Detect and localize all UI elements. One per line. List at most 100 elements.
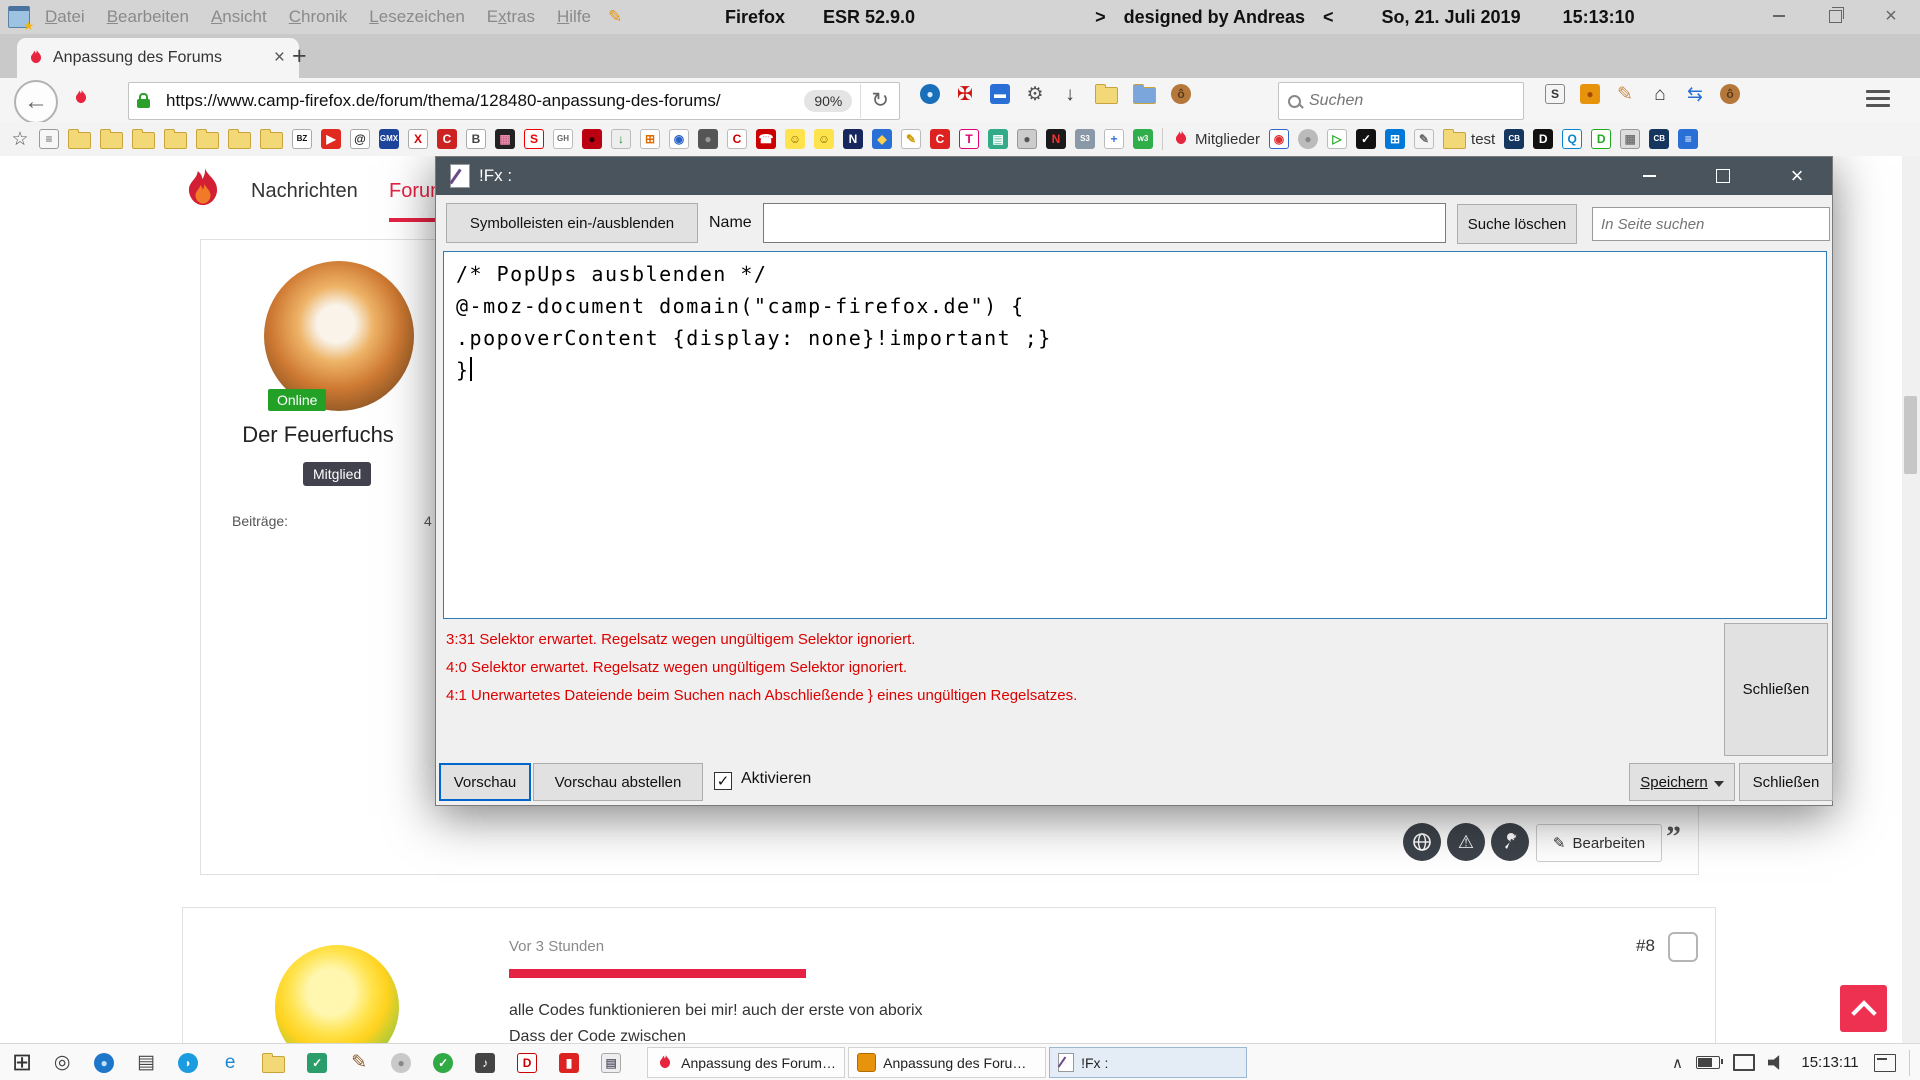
gmx-favicon[interactable]: GMX [379,129,399,149]
x-favicon[interactable]: X [408,129,428,149]
download-icon[interactable]: ↓ [1060,84,1080,104]
smiley2-favicon[interactable]: ☺ [814,129,834,149]
star-icon[interactable]: ☆ [10,129,30,149]
home-icon[interactable]: ⌂ [1650,84,1670,104]
css-code-editor[interactable]: /* PopUps ausblenden */@-moz-document do… [443,251,1827,619]
reload-icon[interactable]: ↻ [860,84,899,118]
notes-pencil-favicon[interactable]: ✎ [901,129,921,149]
quote-icon[interactable]: ” [1666,820,1681,854]
globe-favicon[interactable]: ● [1298,129,1318,149]
forum-logo-flame-icon[interactable] [178,160,228,227]
brush-icon[interactable]: ✎ [1615,84,1635,104]
dialog-minimize-button[interactable] [1624,160,1674,192]
menu-bearbeiten[interactable]: Bearbeiten [96,7,200,27]
phone-favicon[interactable]: ☎ [756,129,776,149]
gh-favicon[interactable]: GH [553,129,573,149]
window-icon[interactable]: ▬ [990,84,1010,104]
smiley-favicon[interactable]: ☺ [785,129,805,149]
bookmark-folder[interactable] [100,132,123,149]
d-green-favicon[interactable]: D [1591,129,1611,149]
w3-favicon[interactable]: w3 [1133,129,1153,149]
scrollbar[interactable] [1902,156,1920,1043]
tray-clock[interactable]: 15:13:11 [1799,1054,1861,1071]
scrollbar-thumb[interactable] [1904,396,1917,474]
nav-nachrichten[interactable]: Nachrichten [251,180,358,203]
n-favicon[interactable]: N [843,129,863,149]
tray-chevron-icon[interactable]: ∧ [1672,1054,1683,1072]
sparkasse-favicon[interactable]: S [524,129,544,149]
thunderbird-icon[interactable]: ◗ [178,1053,198,1073]
menu-hamburger-icon[interactable] [1866,90,1890,111]
media-icon[interactable]: ▤ [136,1053,156,1073]
q-favicon[interactable]: Q [1562,129,1582,149]
display-icon[interactable] [1733,1054,1755,1071]
bookmark-folder[interactable] [196,132,219,149]
username[interactable]: Der Feuerfuchs [200,422,436,448]
telekom-favicon[interactable]: T [959,129,979,149]
https-lock-icon[interactable] [137,99,150,108]
test-bookmark[interactable]: test [1443,129,1495,149]
menu-hilfe[interactable]: Hilfe [546,7,602,27]
clear-search-button[interactable]: Suche löschen [1457,204,1577,244]
image-favicon[interactable]: ▦ [1620,129,1640,149]
tab-anpassung-des-forums[interactable]: Anpassung des Forums × [17,38,299,78]
d-black-favicon[interactable]: D [1533,129,1553,149]
find-in-page-input[interactable] [1592,207,1830,241]
dialog-maximize-button[interactable] [1698,160,1748,192]
red-app-icon[interactable]: ▮ [559,1053,579,1073]
menu-lesezeichen[interactable]: Lesezeichen [358,7,475,27]
camera-favicon[interactable]: ● [1017,129,1037,149]
play-favicon[interactable]: ▷ [1327,129,1347,149]
puzzle-favicon[interactable]: + [1104,129,1124,149]
site-flame-icon[interactable] [72,89,90,107]
tab-close-icon[interactable]: × [270,47,289,69]
bookmark-folder[interactable] [228,132,251,149]
post-select-checkbox[interactable] [1668,932,1698,962]
save-dropdown-icon[interactable] [1714,781,1724,787]
close-side-button[interactable]: Schließen [1724,623,1828,756]
pencil-icon[interactable]: ✎ [608,7,622,27]
flame-icon[interactable] [1172,130,1190,148]
windows-colors-favicon[interactable]: ⊞ [640,129,660,149]
bookmark-folder[interactable] [132,132,155,149]
c-red-favicon[interactable]: C [930,129,950,149]
green-check-icon[interactable]: ✓ [433,1053,453,1073]
dialog-close-icon[interactable]: × [1772,160,1822,192]
bag-favicon[interactable]: ▦ [495,129,515,149]
s3-favicon[interactable]: S3 [1075,129,1095,149]
swirl-favicon[interactable]: ◉ [669,129,689,149]
folder-blue-icon[interactable] [1133,87,1156,104]
blue-app-icon[interactable]: ● [94,1053,114,1073]
globe-icon[interactable] [1403,823,1441,861]
url-input[interactable] [164,90,804,112]
youtube-favicon[interactable]: ▶ [321,129,341,149]
list-favicon[interactable]: ≡ [1678,129,1698,149]
bz-favicon[interactable]: BZ [292,129,312,149]
cy-favicon[interactable]: C [727,129,747,149]
close-bottom-button[interactable]: Schließen [1739,763,1833,801]
edit-post-button[interactable]: ✎ Bearbeiten [1536,824,1662,862]
doc-app-icon[interactable]: ▤ [601,1053,621,1073]
car-favicon[interactable]: ● [582,129,602,149]
back-button[interactable]: ← [14,80,58,124]
explorer-icon[interactable] [262,1056,285,1073]
zoom-level-badge[interactable]: 90% [804,90,852,112]
menu-ansicht[interactable]: Ansicht [200,7,278,27]
at-favicon[interactable]: @ [350,129,370,149]
taskbar-window-forum[interactable]: Anpassung des Forum… [848,1047,1046,1078]
app-blue-icon[interactable]: ● [920,84,940,104]
n-red-favicon[interactable]: N [1046,129,1066,149]
stylish-icon[interactable]: S [1545,84,1565,104]
post-timestamp[interactable]: Vor 3 Stunden [509,938,604,955]
menu-extras[interactable]: Extras [476,7,546,27]
activate-checkbox[interactable]: ✓ [714,772,732,790]
cb-favicon[interactable]: CB [1504,129,1524,149]
red-figure-icon[interactable]: ✠ [955,84,975,104]
dark-app-icon[interactable]: ♪ [475,1053,495,1073]
shield-icon[interactable]: ✓ [307,1053,327,1073]
folder-yellow-icon[interactable] [1095,87,1118,104]
bookmark-folder[interactable] [68,132,91,149]
cortana-icon[interactable]: ◎ [52,1053,72,1073]
target-favicon[interactable]: ◉ [1269,129,1289,149]
oval-favicon[interactable]: ● [698,129,718,149]
